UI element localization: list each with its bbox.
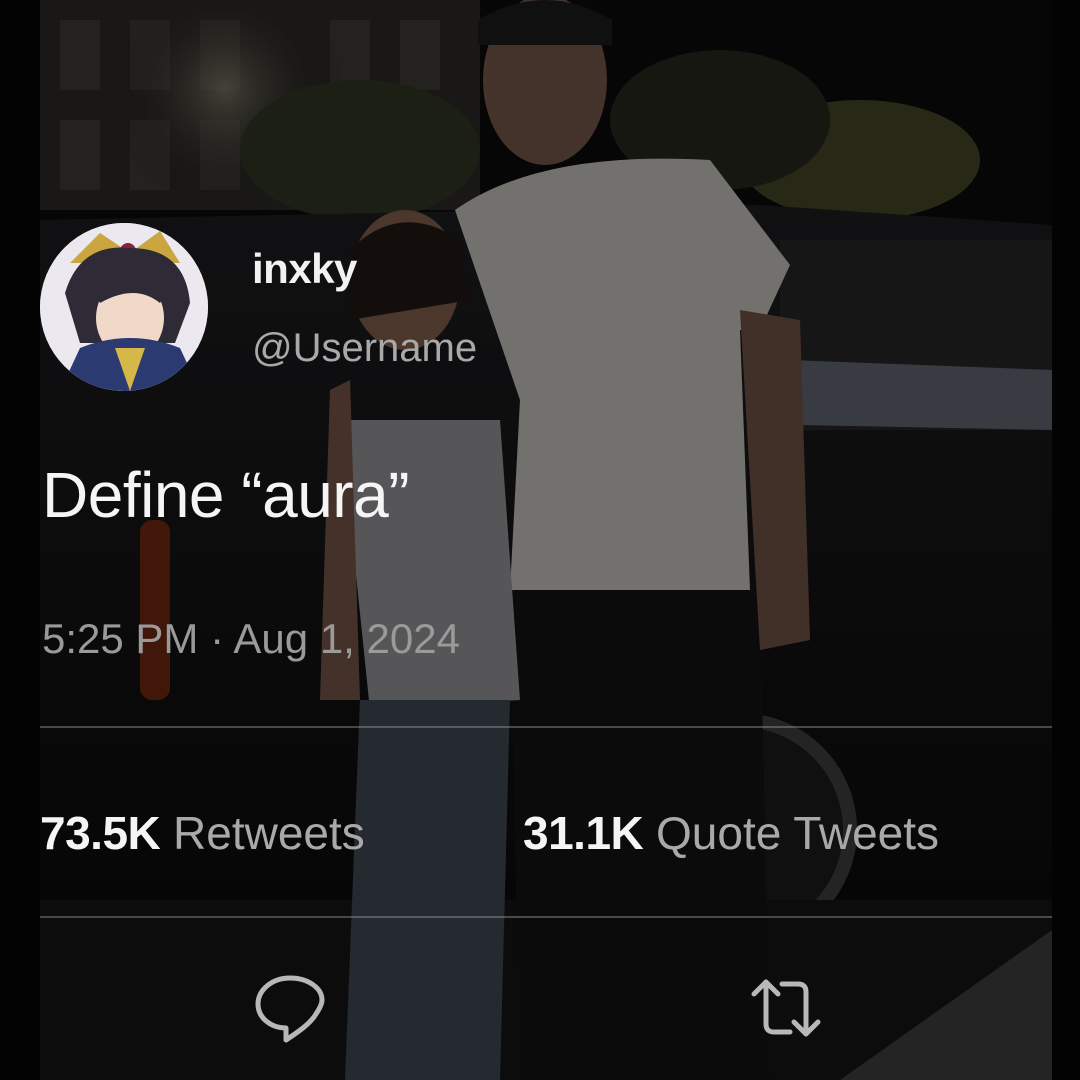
divider-bottom xyxy=(40,916,1052,918)
retweet-icon xyxy=(751,979,821,1037)
username[interactable]: @Username xyxy=(252,326,477,371)
retweets-stat[interactable]: 73.5K Retweets xyxy=(40,806,365,860)
retweets-count: 73.5K xyxy=(40,807,161,859)
tweet-timestamp[interactable]: 5:25 PM · Aug 1, 2024 xyxy=(42,615,460,663)
reply-icon xyxy=(255,975,325,1043)
tweet-card: inxky @Username Define “aura” 5:25 PM · … xyxy=(0,0,1080,1080)
retweet-button[interactable] xyxy=(748,970,824,1046)
display-name[interactable]: inxky xyxy=(252,245,357,293)
tweet-text: Define “aura” xyxy=(42,459,410,531)
divider-top xyxy=(40,726,1052,728)
avatar[interactable] xyxy=(40,223,208,391)
quote-tweets-count: 31.1K xyxy=(523,807,644,859)
quote-tweets-stat[interactable]: 31.1K Quote Tweets xyxy=(523,806,939,860)
quote-tweets-label: Quote Tweets xyxy=(656,807,940,859)
retweets-label: Retweets xyxy=(173,807,365,859)
reply-button[interactable] xyxy=(252,970,328,1046)
